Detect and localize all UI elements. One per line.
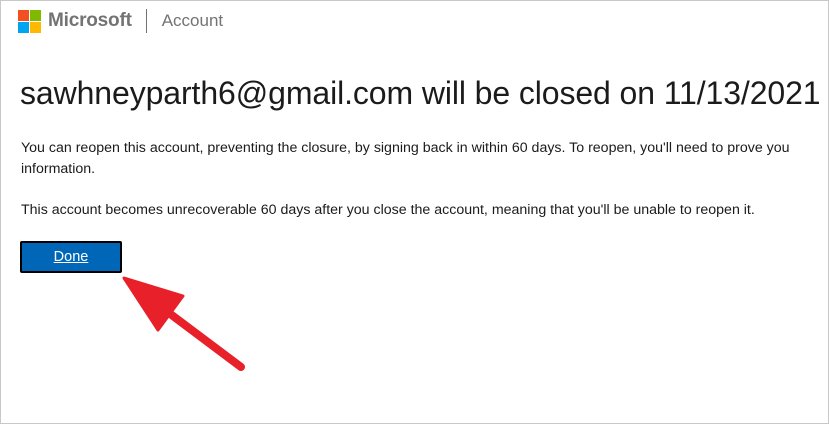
- logo-red-square: [18, 9, 29, 21]
- header: Microsoft Account: [18, 8, 223, 34]
- done-button[interactable]: Done: [20, 241, 122, 273]
- section-title: Account: [161, 11, 224, 30]
- logo-yellow-square: [30, 21, 41, 33]
- reopen-info-line1: You can reopen this account, preventing …: [21, 140, 790, 156]
- browser-page: Microsoft Account sawhneyparth6@gmail.co…: [0, 0, 829, 424]
- header-divider: [145, 9, 147, 33]
- reopen-info-line2: information.: [21, 161, 96, 177]
- unrecoverable-info: This account becomes unrecoverable 60 da…: [21, 202, 755, 218]
- logo-green-square: [30, 9, 41, 21]
- logo-blue-square: [18, 21, 29, 33]
- microsoft-logo-icon: [18, 9, 41, 33]
- page-title: sawhneyparth6@gmail.com will be closed o…: [20, 75, 821, 111]
- brand-name: Microsoft: [48, 10, 132, 31]
